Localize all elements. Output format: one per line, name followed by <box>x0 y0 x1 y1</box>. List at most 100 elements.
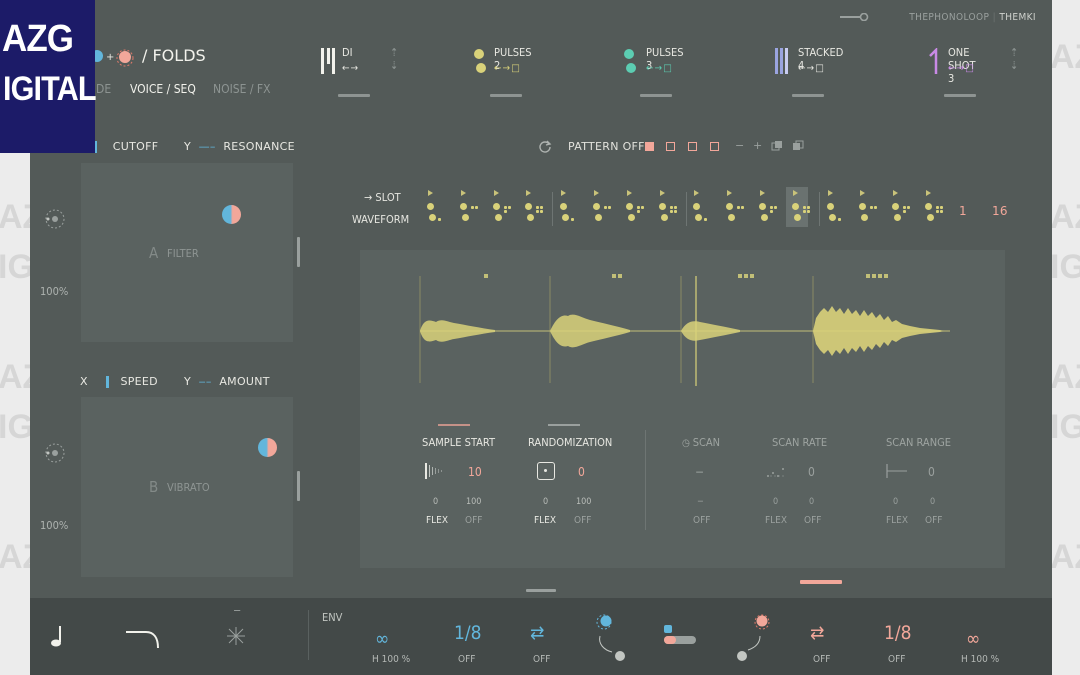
waveform-marker <box>540 210 543 213</box>
orbit-icon[interactable] <box>44 208 66 230</box>
scan-range-off[interactable]: OFF <box>925 515 942 526</box>
pad-b-x-label: SPEED <box>120 375 158 388</box>
watermark-text: AZG <box>1052 38 1080 76</box>
xy-pad-filter[interactable]: A FILTER <box>81 163 293 342</box>
pad-handle[interactable] <box>258 438 277 457</box>
scan-rate-min: 0 <box>773 497 779 507</box>
waveform-marker <box>870 206 873 209</box>
pattern-slot-2[interactable] <box>666 142 675 151</box>
step-start-count[interactable]: 1 <box>959 204 967 218</box>
scan-off[interactable]: OFF <box>693 515 710 526</box>
tab-noise-fx[interactable]: NOISE / FX <box>213 82 271 96</box>
pink-direction-off[interactable]: OFF <box>813 654 830 665</box>
sample-start-icon[interactable] <box>424 462 450 480</box>
blue-direction-off[interactable]: OFF <box>533 654 550 665</box>
sequencer-step[interactable] <box>426 190 456 226</box>
toggle-pair-icon[interactable] <box>662 624 698 646</box>
pad-b-x-axis: X SPEED <box>80 375 158 388</box>
sequencer-step[interactable] <box>924 190 954 226</box>
sample-start-off[interactable]: OFF <box>465 515 482 526</box>
blue-rate-off[interactable]: OFF <box>458 654 475 665</box>
blue-orbit-icon[interactable] <box>590 612 630 664</box>
tab-voice-seq[interactable]: VOICE / SEQ <box>130 82 196 96</box>
randomization-value[interactable]: 0 <box>578 465 585 479</box>
envelope-curve-icon[interactable] <box>124 628 162 650</box>
pad-handle[interactable] <box>222 205 241 224</box>
sequencer-step[interactable] <box>791 190 821 226</box>
sequencer-step[interactable] <box>524 190 554 226</box>
note-icon[interactable] <box>48 624 64 648</box>
waveform-marker <box>907 206 910 209</box>
watermark-text: AZG <box>1052 538 1080 576</box>
scan-rate-value[interactable]: 0 <box>808 465 815 479</box>
panel-drag-handle[interactable] <box>526 589 556 592</box>
waveform-row-label: WAVEFORM <box>352 213 410 226</box>
pattern-label[interactable]: PATTERN OFF <box>568 140 645 153</box>
waveform-marker <box>670 206 673 209</box>
pink-direction-value[interactable]: ⇄ <box>810 622 824 644</box>
waveform-marker <box>438 218 441 221</box>
blue-infinity-value[interactable]: ∞ <box>375 628 389 650</box>
wrench-icon[interactable] <box>840 13 870 21</box>
tab-mode[interactable]: DE <box>96 82 111 96</box>
pattern-slot-1[interactable] <box>645 142 654 151</box>
remove-pattern-button[interactable]: − <box>735 139 745 152</box>
orbit-icon[interactable] <box>44 442 66 464</box>
pad-a-slider[interactable] <box>297 237 300 267</box>
pattern-slot-4[interactable] <box>710 142 719 151</box>
sequencer-step[interactable] <box>725 190 755 226</box>
blue-rate-value[interactable]: 1/8 <box>454 622 482 644</box>
step-dot <box>562 214 569 221</box>
xy-pad-vibrato[interactable]: B VIBRATO <box>81 397 293 577</box>
add-pattern-button[interactable]: + <box>753 139 763 152</box>
waveform-marker <box>737 206 740 209</box>
pink-orbit-icon[interactable] <box>730 612 774 664</box>
refresh-icon[interactable] <box>538 139 552 153</box>
sequencer-step[interactable] <box>459 190 489 226</box>
sequencer-step[interactable] <box>891 190 921 226</box>
sequencer-step[interactable] <box>858 190 888 226</box>
sample-start-indicator <box>438 424 470 426</box>
spark-icon[interactable] <box>226 626 246 646</box>
sample-start-max: 100 <box>466 497 482 507</box>
scan-rate-off[interactable]: OFF <box>804 515 821 526</box>
scan-value[interactable]: − <box>695 465 704 479</box>
sequencer-step[interactable] <box>826 190 856 226</box>
sequencer-step[interactable] <box>559 190 589 226</box>
dice-icon[interactable] <box>537 462 555 480</box>
randomization-flex[interactable]: FLEX <box>534 515 556 526</box>
pink-drag-handle[interactable] <box>800 580 842 584</box>
pattern-slot-3[interactable] <box>688 142 697 151</box>
sequencer-step[interactable] <box>658 190 688 226</box>
upload-icon[interactable]: ⇡ ⇣ <box>1010 46 1018 72</box>
scan-rate-flex[interactable]: FLEX <box>765 515 787 526</box>
pad-b-slider[interactable] <box>297 471 300 501</box>
randomization-off[interactable]: OFF <box>574 515 591 526</box>
step-dot <box>695 214 702 221</box>
step-end-count[interactable]: 16 <box>992 204 1008 218</box>
sample-start-value[interactable]: 10 <box>468 465 482 479</box>
sequencer-step[interactable] <box>692 190 722 226</box>
upload-icon[interactable]: ⇡ ⇣ <box>390 46 398 72</box>
sequencer-step[interactable] <box>758 190 788 226</box>
play-marker-icon <box>828 190 833 196</box>
step-dot <box>827 203 834 210</box>
pink-rate-off[interactable]: OFF <box>888 654 905 665</box>
sequencer-step[interactable] <box>492 190 522 226</box>
pink-rate-value[interactable]: 1/8 <box>884 622 912 644</box>
step-dot <box>925 203 932 210</box>
minus-label[interactable]: − <box>233 604 241 617</box>
svg-text:+: + <box>106 52 114 63</box>
waveform-marker <box>674 206 677 209</box>
copy-icon[interactable] <box>771 140 783 152</box>
scan-range-flex[interactable]: FLEX <box>886 515 908 526</box>
scan-title: ◷ SCAN <box>682 436 721 449</box>
waveform-display[interactable] <box>410 268 960 393</box>
sequencer-step[interactable] <box>625 190 655 226</box>
sample-start-flex[interactable]: FLEX <box>426 515 448 526</box>
pink-infinity-value[interactable]: ∞ <box>966 628 980 650</box>
paste-icon[interactable] <box>792 140 804 152</box>
scan-range-value[interactable]: 0 <box>928 465 935 479</box>
sequencer-step[interactable] <box>592 190 622 226</box>
blue-direction-value[interactable]: ⇄ <box>530 622 544 644</box>
